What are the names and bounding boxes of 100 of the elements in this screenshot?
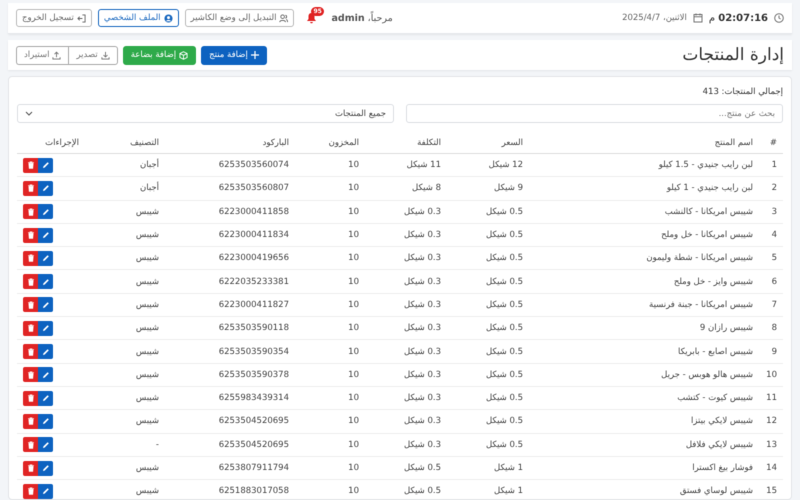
category-filter[interactable]: جميع المنتجات [17, 104, 394, 123]
product-name-cell: شيبس لوساي فستق [529, 480, 759, 499]
edit-button[interactable] [38, 180, 53, 196]
cost-cell: 0.3 شيكل [365, 386, 447, 410]
trash-icon [26, 487, 34, 496]
price-cell: 12 شيكل [447, 154, 529, 177]
edit-button[interactable] [38, 297, 53, 312]
date-text: الاثنين، 2025/4/7 [622, 13, 687, 23]
stock-cell: 10 [295, 456, 365, 480]
barcode-cell: 6253807911794 [165, 456, 295, 480]
product-name-cell: شيبس امريكانا - كالنشب [529, 200, 759, 224]
edit-button[interactable] [38, 390, 53, 406]
pencil-icon [42, 440, 50, 449]
category-cell: شيبس [85, 386, 165, 410]
delete-button[interactable] [23, 367, 38, 382]
cost-cell: 0.3 شيكل [365, 270, 447, 294]
stock-cell: 10 [295, 480, 365, 499]
product-name-cell: لبن رايب جنيدي - 1.5 كيلو [529, 154, 759, 177]
stock-cell: 10 [295, 316, 365, 340]
product-name-cell: شيبس وايز - خل وملح [529, 270, 759, 294]
stock-cell: 10 [295, 293, 365, 317]
stock-cell: 10 [295, 270, 365, 294]
barcode-cell: 6255983439314 [165, 386, 295, 410]
price-cell: 1 شيكل [447, 480, 529, 499]
export-button[interactable]: تصدير [68, 46, 118, 64]
edit-button[interactable] [38, 367, 53, 382]
edit-button[interactable] [38, 274, 53, 290]
edit-button[interactable] [38, 344, 53, 360]
delete-button[interactable] [23, 460, 38, 476]
delete-button[interactable] [23, 204, 38, 220]
page-title: إدارة المنتجات [682, 45, 784, 65]
pencil-icon [42, 417, 50, 426]
delete-button[interactable] [23, 274, 38, 290]
cost-cell: 0.3 شيكل [365, 293, 447, 317]
row-number-cell: 1 [759, 154, 783, 177]
barcode-cell: 6253503590354 [165, 340, 295, 364]
edit-button[interactable] [38, 204, 53, 220]
cost-cell: 11 شيكل [365, 154, 447, 177]
delete-button[interactable] [23, 320, 38, 336]
delete-button[interactable] [23, 344, 38, 360]
price-cell: 0.5 شيكل [447, 270, 529, 294]
row-number-cell: 13 [759, 433, 783, 456]
delete-button[interactable] [23, 250, 38, 266]
category-cell: شيبس [85, 223, 165, 247]
add-product-button[interactable]: إضافة منتج [201, 46, 267, 64]
cost-cell: 0.5 شيكل [365, 480, 447, 499]
delete-button[interactable] [23, 158, 38, 173]
edit-button[interactable] [38, 484, 53, 499]
row-number-cell: 14 [759, 456, 783, 480]
delete-button[interactable] [23, 180, 38, 196]
row-number-cell: 6 [759, 270, 783, 294]
category-cell: شيبس [85, 246, 165, 270]
product-name-cell: شيبس كيوت - كتشب [529, 386, 759, 410]
profile-button[interactable]: الملف الشخصي [98, 9, 179, 27]
edit-button[interactable] [38, 158, 53, 173]
product-name-cell: شيبس امريكانا - خل وملح [529, 223, 759, 247]
price-cell: 0.5 شيكل [447, 200, 529, 224]
edit-button[interactable] [38, 320, 53, 336]
category-cell: شيبس [85, 200, 165, 224]
search-field[interactable]: بحث عن منتج... [406, 104, 783, 123]
column-header: # [759, 133, 783, 154]
box-icon [179, 50, 188, 60]
column-header: الباركود [165, 133, 295, 154]
delete-button[interactable] [23, 414, 38, 429]
barcode-cell: 6253503560807 [165, 176, 295, 200]
pencil-icon [42, 278, 50, 286]
barcode-cell: 6223000411827 [165, 293, 295, 317]
clock-icon [774, 13, 784, 23]
import-button[interactable]: استيراد [16, 46, 68, 64]
barcode-cell: 6223000411834 [165, 223, 295, 247]
trash-icon [26, 440, 34, 449]
cashier-mode-button[interactable]: التبديل إلى وضع الكاشير [184, 9, 294, 27]
row-number-cell: 2 [759, 176, 783, 200]
category-cell: شيبس [85, 316, 165, 340]
barcode-cell: 6223000411858 [165, 200, 295, 224]
logout-button[interactable]: تسجيل الخروج [16, 9, 92, 27]
edit-button[interactable] [38, 414, 53, 429]
column-header: الإجراءات [17, 133, 85, 154]
cost-cell: 0.3 شيكل [365, 433, 447, 456]
delete-button[interactable] [23, 228, 38, 243]
column-header: التكلفة [365, 133, 447, 154]
delete-button[interactable] [23, 484, 38, 499]
delete-button[interactable] [23, 297, 38, 312]
add-stock-button[interactable]: إضافة بضاعة [122, 46, 196, 64]
category-cell: - [85, 433, 165, 456]
trash-icon [26, 161, 34, 170]
delete-button[interactable] [23, 437, 38, 452]
edit-button[interactable] [38, 460, 53, 476]
delete-button[interactable] [23, 390, 38, 406]
cost-cell: 0.3 شيكل [365, 340, 447, 364]
row-number-cell: 7 [759, 293, 783, 317]
column-header: اسم المنتج [529, 133, 759, 154]
barcode-cell: 6253504520695 [165, 433, 295, 456]
cost-cell: 0.3 شيكل [365, 363, 447, 386]
stock-cell: 10 [295, 410, 365, 434]
product-name-cell: فوشار بيغ اكسترا [529, 456, 759, 480]
edit-button[interactable] [38, 228, 53, 243]
edit-button[interactable] [38, 250, 53, 266]
edit-button[interactable] [38, 437, 53, 452]
trash-icon [26, 231, 34, 240]
